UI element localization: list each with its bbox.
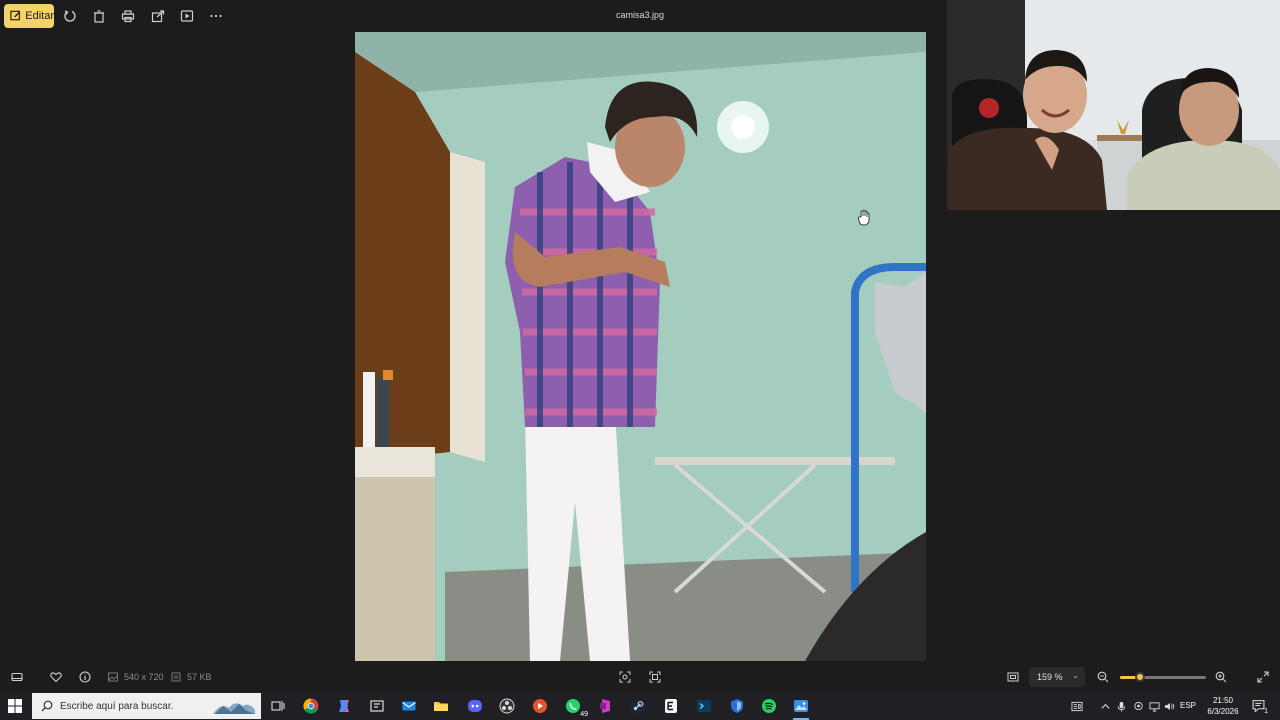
more-options-icon[interactable]: [208, 8, 224, 24]
webcam-overlay: [947, 0, 1280, 210]
photos-app: Editar camisa3.jpg 540 x 720 57 KB 159 %…: [0, 0, 1280, 692]
windows-start-icon[interactable]: [8, 699, 22, 713]
network-icon[interactable]: [1149, 700, 1160, 712]
news-widget-icon[interactable]: [1070, 700, 1084, 712]
search-highlight-icon: [213, 703, 255, 714]
zoom-level-value: 159 %: [1037, 672, 1063, 682]
hand-cursor-icon: [858, 210, 870, 226]
clock-date: 6/3/2026: [1207, 707, 1239, 716]
zoom-out-icon[interactable]: [1096, 670, 1110, 684]
share-icon[interactable]: [150, 8, 166, 24]
epic-games-icon[interactable]: [661, 696, 681, 716]
volume-icon[interactable]: [1164, 700, 1175, 712]
file-size-icon: [169, 670, 183, 684]
crop-fit-icon[interactable]: [618, 670, 632, 684]
clock-time: 21:50: [1212, 696, 1234, 705]
image-size-icon: [106, 670, 120, 684]
notification-center-icon[interactable]: 1: [1252, 699, 1268, 715]
file-size: 57 KB: [187, 672, 212, 682]
file-explorer-icon[interactable]: [431, 696, 451, 716]
top-toolbar: Editar camisa3.jpg: [0, 0, 945, 32]
discord-icon[interactable]: [465, 696, 485, 716]
notification-count: 1: [1264, 708, 1268, 715]
bottom-info-bar: 540 x 720 57 KB 159 % ⌄: [0, 663, 1280, 692]
slideshow-icon[interactable]: [179, 8, 195, 24]
microphone-icon[interactable]: [1116, 700, 1127, 712]
system-clock[interactable]: 21:50 6/3/2026: [1198, 695, 1248, 717]
visual-search-icon[interactable]: [648, 670, 662, 684]
fullscreen-icon[interactable]: [1256, 670, 1270, 684]
edit-button-label: Editar: [25, 10, 54, 22]
spotify-icon[interactable]: [759, 696, 779, 716]
steam-icon[interactable]: [628, 696, 648, 716]
onenote-icon[interactable]: [596, 696, 616, 716]
filmstrip-icon[interactable]: [10, 670, 24, 684]
show-hidden-icons-chevron-up-icon[interactable]: [1100, 700, 1111, 712]
print-icon[interactable]: [120, 8, 136, 24]
zoom-level-select[interactable]: 159 % ⌄: [1029, 667, 1085, 687]
task-view-icon[interactable]: [268, 696, 288, 716]
rotate-icon[interactable]: [62, 8, 78, 24]
taskbar-search-box[interactable]: Escribe aquí para buscar.: [32, 693, 261, 719]
copilot-icon[interactable]: [334, 696, 354, 716]
photos-app-icon[interactable]: [791, 696, 811, 720]
obs-icon[interactable]: [497, 696, 517, 716]
chevron-down-icon: ⌄: [1072, 671, 1079, 680]
webcam-tray-icon[interactable]: [1133, 700, 1144, 712]
security-shield-icon[interactable]: [727, 696, 747, 716]
edit-button[interactable]: Editar: [4, 4, 54, 28]
photo-image: [355, 32, 926, 661]
favorite-heart-icon[interactable]: [49, 670, 63, 684]
webcam-image: [947, 0, 1280, 210]
music-player-icon[interactable]: [530, 696, 550, 716]
whatsapp-icon[interactable]: 49: [563, 696, 589, 718]
input-language[interactable]: ESP: [1180, 701, 1196, 710]
search-placeholder: Escribe aquí para buscar.: [60, 700, 174, 712]
mail-icon[interactable]: [399, 696, 419, 716]
chrome-icon[interactable]: [301, 696, 321, 716]
delete-icon[interactable]: [91, 8, 107, 24]
search-icon: [41, 700, 53, 712]
fit-to-window-icon[interactable]: [1006, 670, 1020, 684]
info-icon[interactable]: [78, 670, 92, 684]
image-dimensions: 540 x 720: [124, 672, 164, 682]
photo-canvas[interactable]: [355, 32, 926, 661]
file-title: camisa3.jpg: [615, 10, 665, 20]
zoom-slider-handle[interactable]: [1134, 672, 1145, 682]
zoom-in-icon[interactable]: [1214, 670, 1228, 684]
windows-taskbar: Escribe aquí para buscar. 49 ESP 21:50 6…: [0, 692, 1280, 720]
store-app-icon[interactable]: [367, 696, 387, 716]
whatsapp-unread-badge: 49: [579, 711, 589, 718]
zoom-slider[interactable]: [1120, 672, 1206, 682]
terminal-icon[interactable]: [694, 696, 714, 716]
edit-icon: [10, 10, 20, 21]
